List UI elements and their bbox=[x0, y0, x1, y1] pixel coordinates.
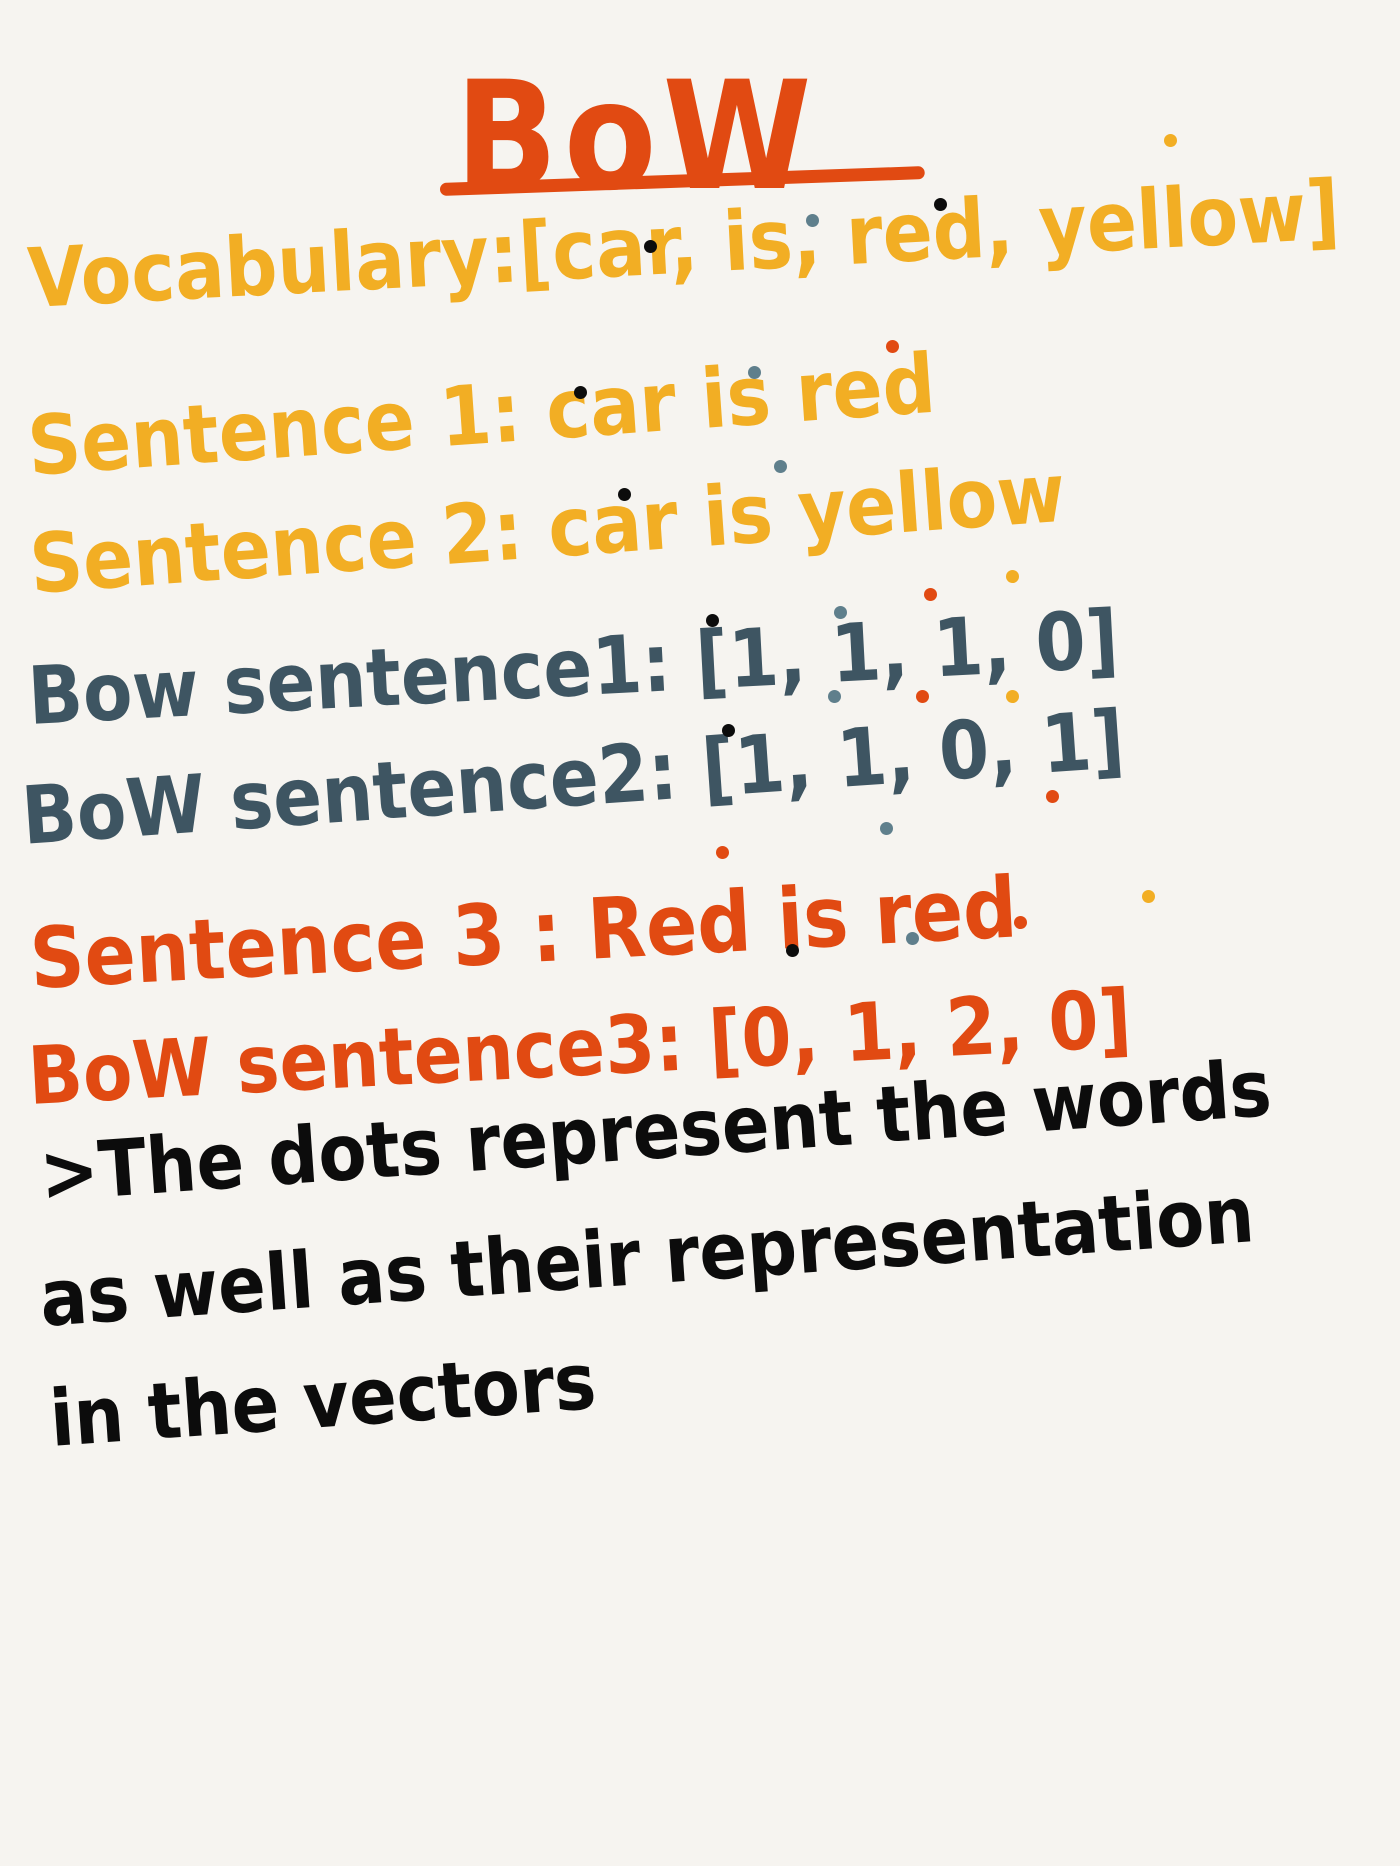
red-marker-dot bbox=[916, 690, 929, 703]
yellow-marker-dot bbox=[1006, 570, 1019, 583]
red-marker-dot bbox=[1046, 790, 1059, 803]
car-marker-dot bbox=[934, 198, 947, 211]
note-line-3: in the vectors bbox=[46, 1336, 599, 1465]
car-marker-dot bbox=[786, 944, 799, 957]
is-marker-dot bbox=[774, 460, 787, 473]
car-marker-dot bbox=[574, 386, 587, 399]
car-marker-dot bbox=[722, 724, 735, 737]
is-marker-dot bbox=[806, 214, 819, 227]
yellow-marker-dot bbox=[1164, 134, 1177, 147]
red-marker-dot bbox=[716, 846, 729, 859]
is-marker-dot bbox=[880, 822, 893, 835]
yellow-marker-dot bbox=[1142, 890, 1155, 903]
yellow-marker-dot bbox=[1006, 690, 1019, 703]
car-marker-dot bbox=[644, 240, 657, 253]
is-marker-dot bbox=[748, 366, 761, 379]
is-marker-dot bbox=[828, 690, 841, 703]
is-marker-dot bbox=[906, 932, 919, 945]
is-marker-dot bbox=[834, 606, 847, 619]
red-marker-dot bbox=[924, 588, 937, 601]
car-marker-dot bbox=[618, 488, 631, 501]
car-marker-dot bbox=[706, 614, 719, 627]
red-marker-dot bbox=[886, 340, 899, 353]
red-marker-dot bbox=[1014, 916, 1027, 929]
